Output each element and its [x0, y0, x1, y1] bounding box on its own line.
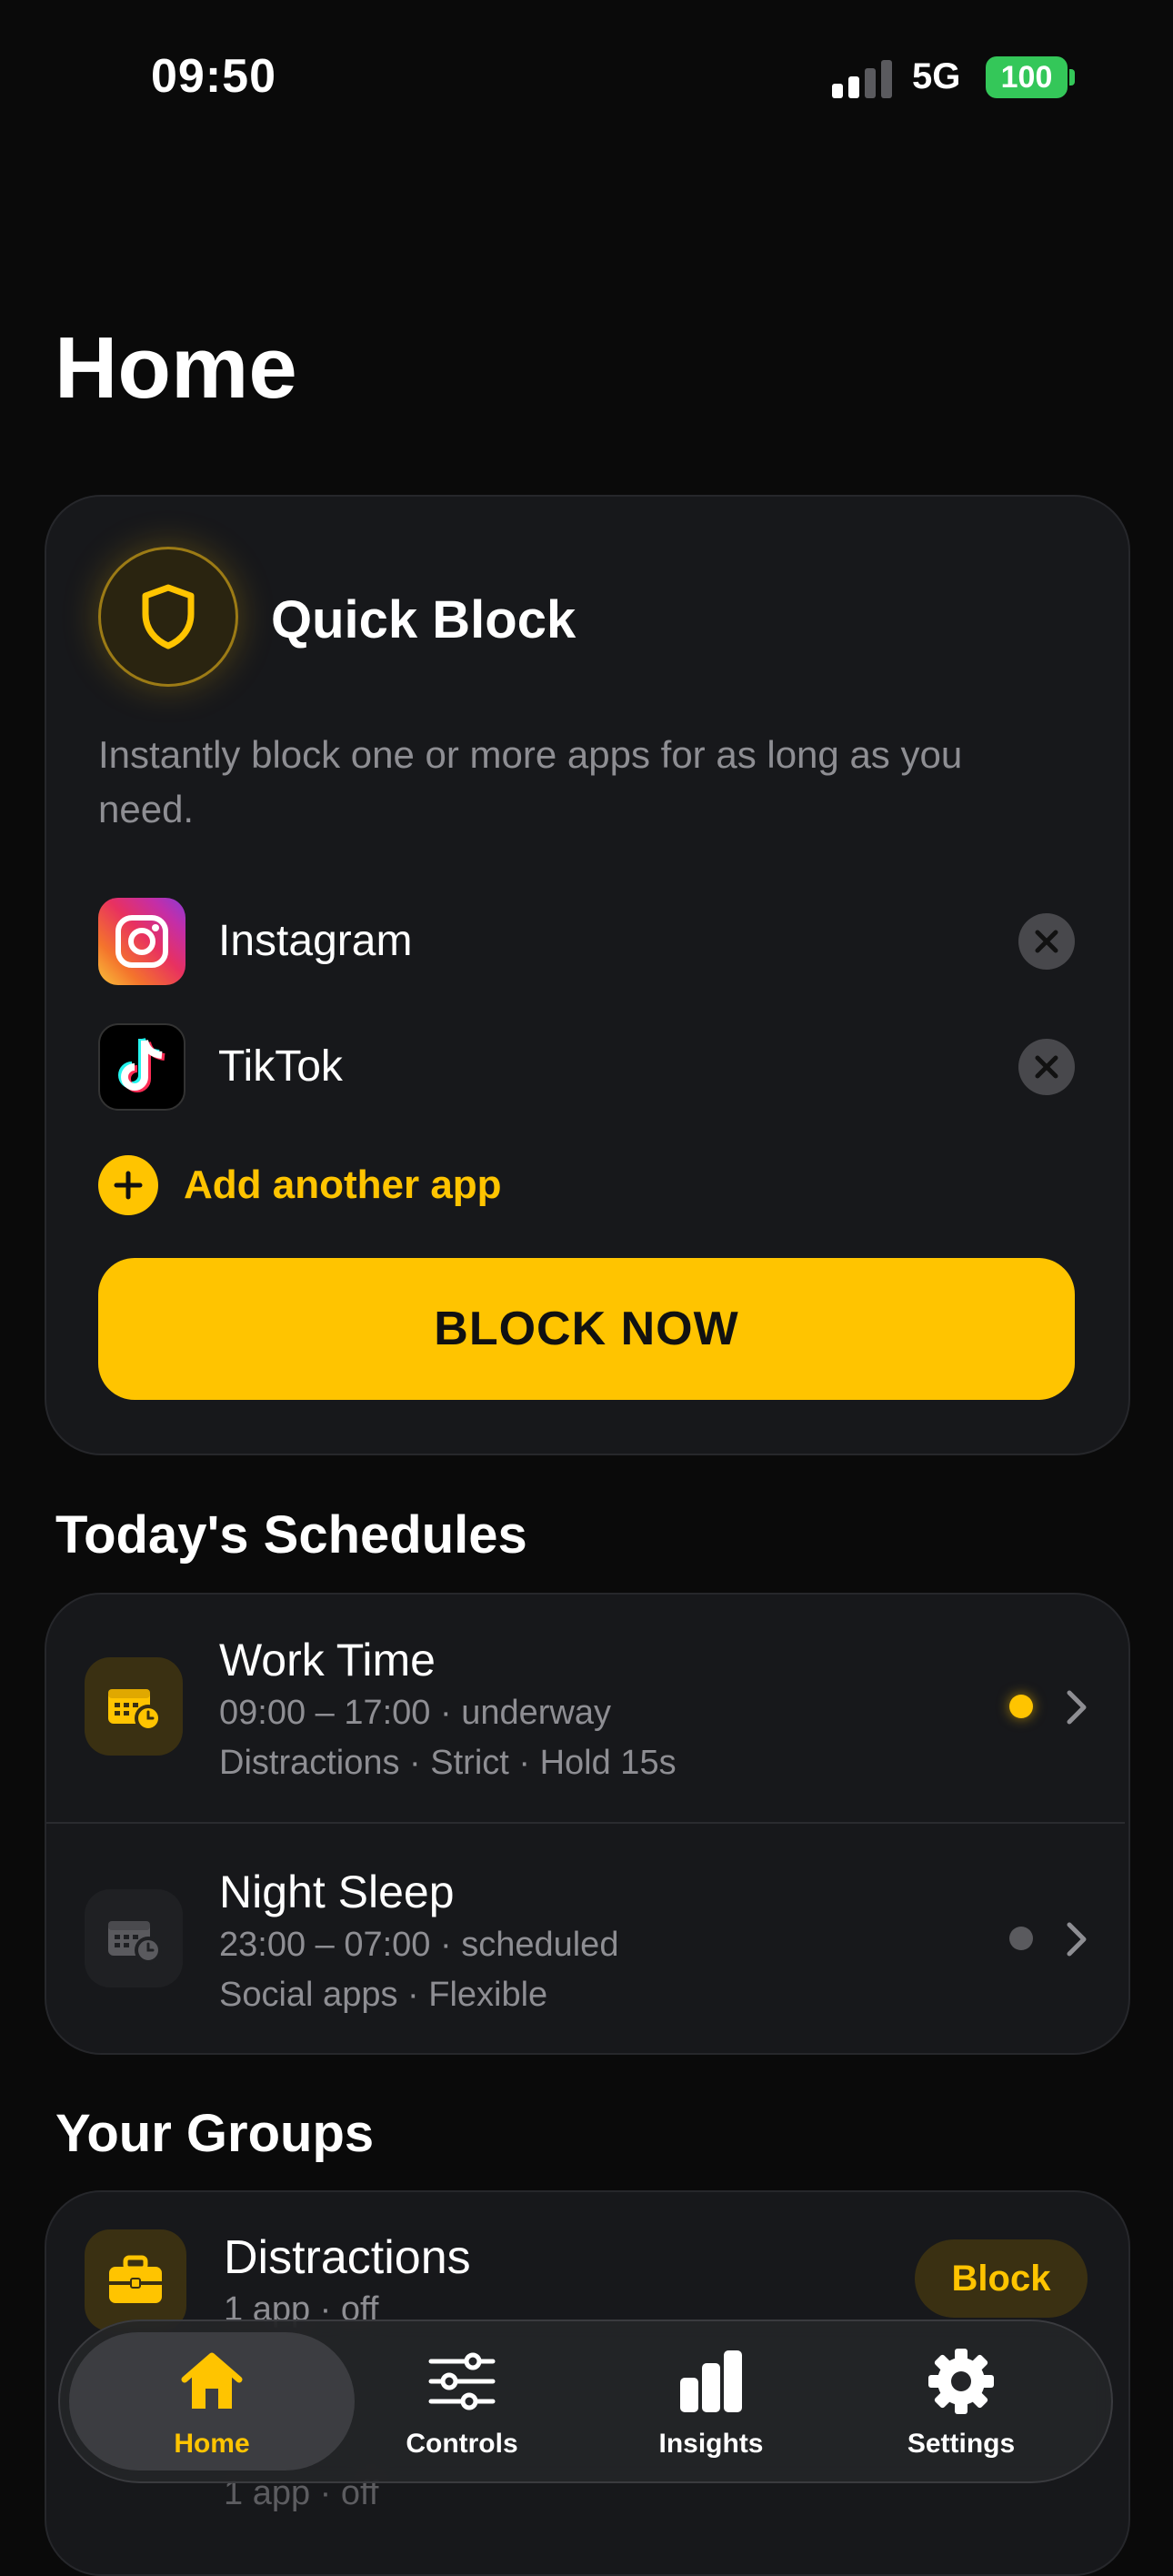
group-name[interactable]: Distractions — [224, 2230, 471, 2285]
schedules-section-title: Today's Schedules — [55, 1505, 527, 1565]
chevron-right-icon[interactable] — [1064, 1687, 1091, 1727]
close-icon — [1035, 1055, 1058, 1079]
calendar-clock-icon — [85, 1657, 183, 1756]
schedule-name[interactable]: Work Time — [219, 1634, 436, 1686]
bar-chart-icon — [680, 2350, 742, 2412]
tab-home[interactable]: Home — [98, 2345, 326, 2481]
battery-indicator: 100 — [986, 56, 1068, 98]
add-another-app-link[interactable]: Add another app — [184, 1162, 502, 1208]
tab-insights[interactable]: Insights — [597, 2345, 825, 2481]
sliders-icon — [428, 2352, 496, 2410]
status-time: 09:50 — [151, 50, 276, 103]
status-dot-active — [1009, 1695, 1033, 1718]
shield-icon — [98, 547, 238, 687]
tab-controls[interactable]: Controls — [348, 2345, 576, 2481]
quick-block-description: Instantly block one or more apps for as … — [98, 733, 963, 830]
signal-icon — [832, 60, 892, 98]
tab-label: Settings — [907, 2429, 1016, 2459]
tiktok-icon — [98, 1023, 185, 1111]
network-label: 5G — [912, 56, 961, 96]
divider — [46, 1822, 1125, 1824]
app-name-tiktok: TikTok — [218, 1042, 343, 1091]
schedules-card — [45, 1593, 1130, 2055]
briefcase-icon — [85, 2229, 186, 2331]
tab-label: Home — [174, 2429, 250, 2459]
schedule-details: Distractions · Strict · Hold 15s — [219, 1744, 677, 1782]
battery-tip — [1069, 69, 1075, 86]
close-icon — [1035, 930, 1058, 953]
calendar-clock-icon — [85, 1889, 183, 1987]
tab-label: Controls — [406, 2429, 518, 2459]
schedule-details: Social apps · Flexible — [219, 1976, 548, 2014]
schedule-time: 23:00 – 07:00 · scheduled — [219, 1926, 619, 1964]
gear-icon — [928, 2349, 994, 2414]
schedule-time: 09:00 – 17:00 · underway — [219, 1694, 611, 1732]
schedule-name[interactable]: Night Sleep — [219, 1866, 455, 1918]
status-dot-inactive — [1009, 1927, 1033, 1950]
block-now-button[interactable]: BLOCK NOW — [98, 1258, 1075, 1400]
instagram-icon — [98, 898, 185, 985]
app-name-instagram: Instagram — [218, 917, 413, 965]
page-title: Home — [55, 319, 297, 417]
tab-label: Insights — [658, 2429, 764, 2459]
add-app-icon[interactable] — [98, 1155, 158, 1215]
house-icon — [181, 2352, 243, 2409]
remove-instagram-button[interactable] — [1018, 913, 1075, 970]
remove-tiktok-button[interactable] — [1018, 1039, 1075, 1095]
group-block-button[interactable]: Block — [915, 2239, 1088, 2318]
quick-block-title: Quick Block — [271, 590, 576, 649]
groups-section-title: Your Groups — [55, 2104, 375, 2163]
tab-settings[interactable]: Settings — [847, 2345, 1075, 2481]
chevron-right-icon[interactable] — [1064, 1919, 1091, 1959]
